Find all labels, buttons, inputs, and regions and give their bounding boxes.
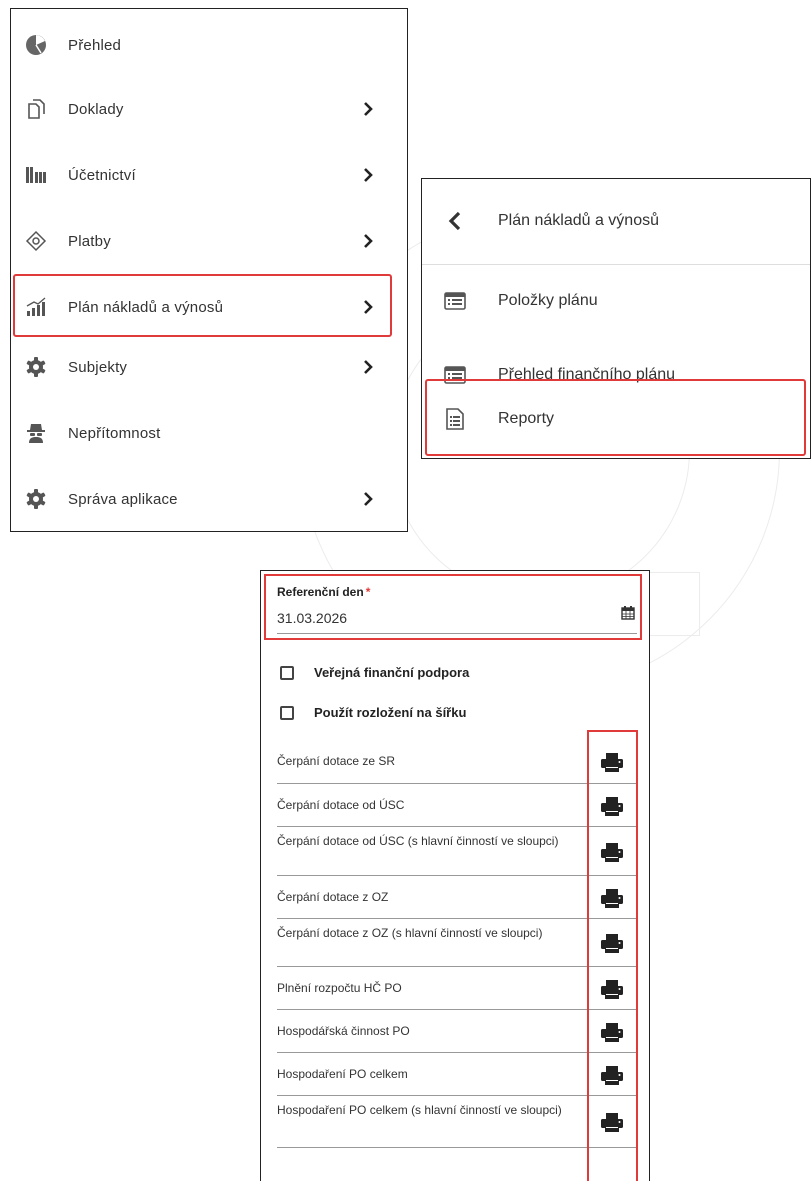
report-name: Čerpání dotace z OZ (s hlavní činností v… — [277, 926, 543, 940]
report-row: Hospodářská činnost PO — [277, 1010, 637, 1053]
chevron-left-icon — [444, 210, 466, 232]
printer-icon[interactable] — [601, 843, 623, 862]
chevron-right-icon — [364, 300, 373, 314]
calendar-icon[interactable] — [621, 606, 635, 620]
gear-icon — [25, 356, 47, 378]
submenu-title: Plán nákladů a výnosů — [498, 212, 659, 229]
printer-icon[interactable] — [601, 934, 623, 953]
checkbox-pouzit-rozlozeni-na-sirku[interactable]: Použít rozložení na šířku — [280, 705, 466, 720]
checkbox-label: Použít rozložení na šířku — [314, 705, 467, 720]
menu-item-label: Subjekty — [68, 358, 128, 376]
spy-icon — [25, 422, 47, 444]
report-name: Čerpání dotace od ÚSC — [277, 798, 405, 812]
report-row: Čerpání dotace z OZ — [277, 876, 637, 919]
menu-item-label: Plán nákladů a výnosů — [68, 298, 224, 316]
chevron-right-icon — [364, 102, 373, 116]
documents-icon — [25, 98, 47, 120]
report-row: Čerpání dotace od ÚSC — [277, 784, 637, 827]
submenu-item-label: Reporty — [498, 410, 555, 427]
reference-day-label: Referenční den * — [277, 585, 371, 599]
menu-item-label: Platby — [68, 232, 111, 250]
printer-icon[interactable] — [601, 980, 623, 999]
printer-icon[interactable] — [601, 889, 623, 908]
report-row: Hospodaření PO celkem (s hlavní činností… — [277, 1096, 637, 1148]
ledger-icon — [25, 164, 47, 186]
submenu-item-label: Položky plánu — [498, 292, 598, 309]
checkbox-verejna-financni-podpora[interactable]: Veřejná finanční podpora — [280, 665, 469, 680]
menu-item-label: Účetnictví — [68, 166, 136, 184]
report-row: Hospodaření PO celkem — [277, 1053, 637, 1096]
printer-icon[interactable] — [601, 1113, 623, 1132]
report-name: Hospodaření PO celkem — [277, 1067, 408, 1081]
input-underline — [277, 633, 637, 634]
submenu-panel: Plán nákladů a výnosů Položky plánu Přeh… — [421, 178, 811, 459]
chevron-right-icon — [364, 234, 373, 248]
gear-icon — [25, 488, 47, 510]
submenu-back-header[interactable]: Plán nákladů a výnosů — [422, 185, 810, 257]
report-document-icon — [444, 408, 466, 430]
pie-chart-icon — [25, 34, 47, 56]
reports-form-panel: Referenční den * 31.03.2026 Veřejná finan… — [260, 570, 650, 1181]
chevron-right-icon — [364, 360, 373, 374]
report-row: Čerpání dotace ze SR — [277, 739, 637, 784]
menu-item-prehled[interactable]: Přehled — [11, 12, 407, 78]
report-name: Plnění rozpočtu HČ PO — [277, 981, 402, 995]
report-name: Čerpání dotace z OZ — [277, 890, 389, 904]
report-row: Čerpání dotace od ÚSC (s hlavní činností… — [277, 827, 637, 876]
list-icon — [444, 290, 466, 312]
menu-item-doklady[interactable]: Doklady — [11, 76, 407, 142]
report-name: Hospodaření PO celkem (s hlavní činností… — [277, 1103, 562, 1117]
checkbox[interactable] — [280, 665, 294, 680]
payment-icon — [25, 230, 47, 252]
highlight-annotation — [264, 574, 642, 640]
main-navigation-menu: Přehled Doklady Účetnictví Platby Plán n… — [10, 8, 408, 532]
report-name: Hospodářská činnost PO — [277, 1024, 410, 1038]
printer-icon[interactable] — [601, 1023, 623, 1042]
required-mark: * — [365, 585, 371, 599]
report-row: Čerpání dotace z OZ (s hlavní činností v… — [277, 919, 637, 967]
report-name: Čerpání dotace od ÚSC (s hlavní činností… — [277, 834, 559, 848]
chevron-right-icon — [364, 492, 373, 506]
chevron-right-icon — [364, 168, 373, 182]
menu-item-label: Nepřítomnost — [68, 424, 161, 442]
menu-item-label: Správa aplikace — [68, 490, 178, 508]
submenu-item-label: Přehled finančního plánu — [498, 366, 676, 383]
report-name: Čerpání dotace ze SR — [277, 754, 396, 768]
menu-item-label: Doklady — [68, 100, 124, 118]
submenu-item-reporty[interactable]: Reporty — [422, 383, 810, 455]
checkbox[interactable] — [280, 705, 294, 720]
menu-item-label: Přehled — [68, 36, 122, 54]
printer-icon[interactable] — [601, 1066, 623, 1085]
menu-item-sprava-aplikace[interactable]: Správa aplikace — [11, 466, 407, 532]
menu-item-platby[interactable]: Platby — [11, 208, 407, 274]
growth-chart-icon — [25, 296, 47, 318]
checkbox-label: Veřejná finanční podpora — [314, 665, 470, 680]
menu-item-ucetnictvi[interactable]: Účetnictví — [11, 142, 407, 208]
reference-day-input[interactable]: 31.03.2026 — [277, 610, 347, 626]
reference-day-field[interactable]: Referenční den * 31.03.2026 — [277, 585, 637, 634]
report-row: Plnění rozpočtu HČ PO — [277, 967, 637, 1010]
submenu-item-polozky-planu[interactable]: Položky plánu — [422, 265, 810, 337]
background-panel-edge — [650, 572, 700, 636]
menu-item-subjekty[interactable]: Subjekty — [11, 334, 407, 400]
printer-icon[interactable] — [601, 753, 623, 772]
menu-item-plan-nakladu-a-vynosu[interactable]: Plán nákladů a výnosů — [11, 274, 407, 340]
printer-icon[interactable] — [601, 797, 623, 816]
menu-item-nepritomnost[interactable]: Nepřítomnost — [11, 400, 407, 466]
